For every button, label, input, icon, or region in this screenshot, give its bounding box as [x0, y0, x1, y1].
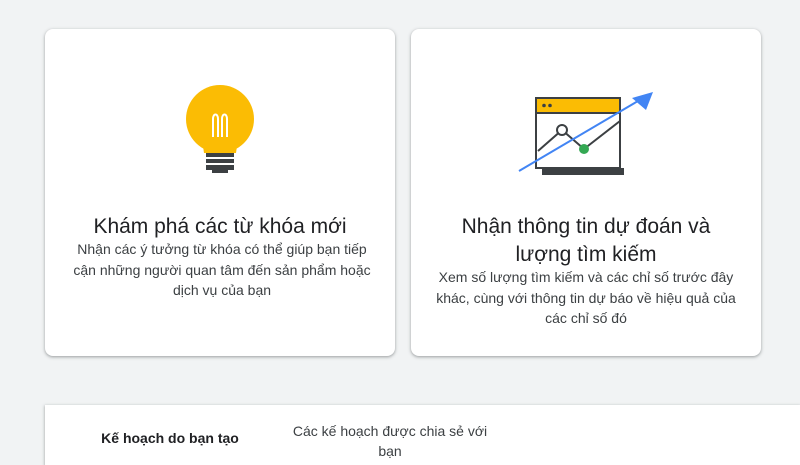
card-title: Nhận thông tin dự đoán và lượng tìm kiếm — [461, 215, 711, 266]
plans-tabs-panel: Kế hoạch do bạn tạo Các kế hoạch được ch… — [45, 405, 800, 465]
card-title: Khám phá các từ khóa mới — [93, 215, 347, 238]
discover-keywords-card[interactable]: Khám phá các từ khóa mới Nhận các ý tưởn… — [45, 29, 395, 356]
tab-created-plans[interactable]: Kế hoạch do bạn tạo — [75, 428, 265, 448]
forecast-chart-icon — [516, 89, 656, 179]
lightbulb-icon — [180, 81, 260, 176]
forecast-card[interactable]: Nhận thông tin dự đoán và lượng tìm kiếm… — [411, 29, 761, 356]
card-description: Xem số lượng tìm kiếm và các chỉ số trướ… — [436, 269, 736, 326]
card-description: Nhận các ý tưởng từ khóa có thể giúp bạn… — [73, 241, 371, 298]
tab-shared-plans[interactable]: Các kế hoạch được chia sẻ với bạn — [280, 421, 500, 461]
